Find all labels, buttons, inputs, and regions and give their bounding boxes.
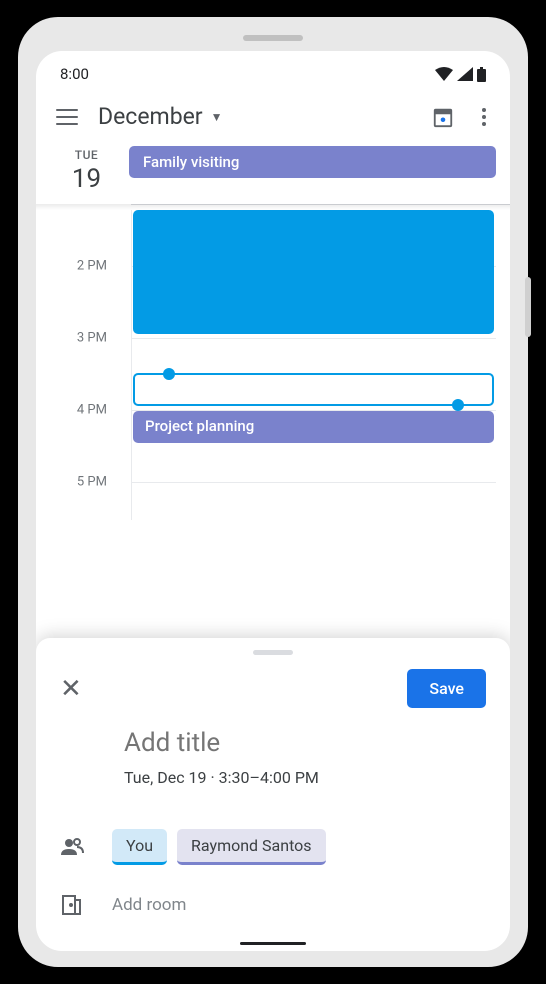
more-icon[interactable] (478, 104, 490, 130)
app-header: December ▼ (36, 93, 510, 144)
side-button (525, 277, 531, 337)
new-event-slot[interactable] (133, 373, 494, 406)
event-title-input[interactable] (124, 728, 486, 758)
calendar-grid[interactable]: 2 PM 3 PM 4 PM 5 PM Project planning (36, 210, 510, 520)
add-room-label: Add room (112, 895, 186, 915)
home-indicator[interactable] (240, 942, 306, 945)
allday-event[interactable]: Family visiting (129, 146, 496, 178)
save-button[interactable]: Save (407, 669, 486, 708)
signal-icon (457, 67, 473, 81)
room-row[interactable]: Add room (36, 879, 510, 931)
event-datetime[interactable]: Tue, Dec 19 · 3:30–4:00 PM (124, 768, 486, 787)
day-column[interactable]: TUE 19 (44, 144, 129, 204)
time-label: 2 PM (36, 259, 121, 274)
chip-you[interactable]: You (112, 829, 167, 865)
battery-icon (477, 67, 486, 82)
sheet-drag-handle[interactable] (253, 650, 293, 655)
time-label: 3 PM (36, 331, 121, 346)
chevron-down-icon: ▼ (211, 110, 223, 124)
speaker-grille (243, 35, 303, 41)
resize-handle-bottom[interactable] (452, 399, 464, 411)
calendar-event-blue[interactable] (133, 210, 494, 334)
day-header: TUE 19 Family visiting (36, 144, 510, 204)
guests-row[interactable]: You Raymond Santos (36, 815, 510, 879)
menu-icon[interactable] (56, 109, 78, 125)
phone-frame: 8:00 December ▼ (18, 17, 528, 967)
room-icon (60, 893, 84, 917)
calendar-today-icon[interactable] (432, 106, 454, 128)
month-label: December (98, 103, 203, 130)
month-selector[interactable]: December ▼ (98, 103, 412, 130)
status-icons (435, 67, 486, 82)
screen: 8:00 December ▼ (36, 51, 510, 951)
day-name: TUE (44, 148, 129, 162)
wifi-icon (435, 67, 453, 81)
time-label: 5 PM (36, 475, 121, 490)
event-create-sheet: ✕ Save Tue, Dec 19 · 3:30–4:00 PM You Ra… (36, 638, 510, 951)
status-time: 8:00 (60, 65, 89, 83)
resize-handle-top[interactable] (163, 368, 175, 380)
status-bar: 8:00 (36, 51, 510, 93)
close-icon[interactable]: ✕ (60, 674, 82, 704)
day-number: 19 (44, 164, 129, 194)
chip-guest[interactable]: Raymond Santos (177, 829, 326, 865)
calendar-event-project[interactable]: Project planning (133, 411, 494, 443)
people-icon (60, 835, 84, 859)
time-label: 4 PM (36, 403, 121, 418)
